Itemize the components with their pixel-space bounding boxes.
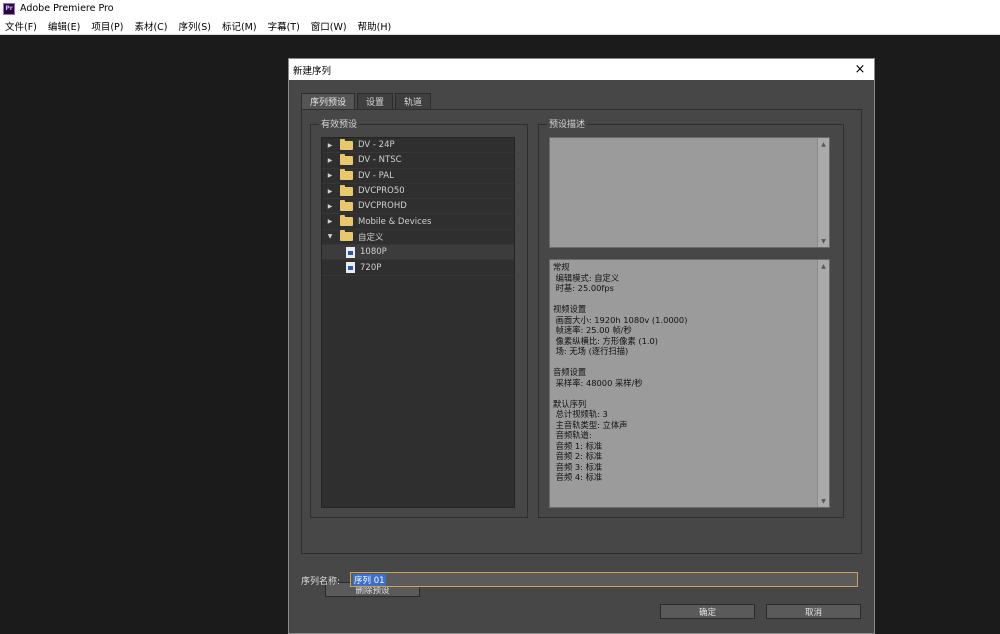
scroll-up-icon[interactable]: ▲ <box>818 138 829 150</box>
expand-arrow-icon[interactable]: ▶ <box>324 218 336 225</box>
folder-icon <box>340 138 353 150</box>
expand-arrow-icon[interactable]: ▶ <box>324 142 336 149</box>
preset-label: 720P <box>360 262 382 273</box>
sequence-name-input[interactable]: 序列 01 <box>350 572 858 587</box>
preset-file-icon <box>346 246 355 258</box>
preset-label: DV - NTSC <box>358 155 402 166</box>
preset-folder-dvcpro50[interactable]: ▶ DVCPRO50 <box>322 184 514 200</box>
menu-title[interactable]: 字幕(T) <box>268 19 300 33</box>
preset-label: 1080P <box>360 247 387 258</box>
preset-label: DV - 24P <box>358 140 395 151</box>
preset-item-720p[interactable]: 720P <box>322 260 514 276</box>
scroll-down-icon[interactable]: ▼ <box>818 495 829 507</box>
available-presets-label: 有效预设 <box>319 117 360 130</box>
tab-sequence-presets[interactable]: 序列预设 <box>301 93 356 109</box>
folder-icon <box>340 230 353 242</box>
folder-icon <box>340 169 353 181</box>
preset-folder-dvcprohd[interactable]: ▶ DVCPROHD <box>322 199 514 215</box>
preset-label: Mobile & Devices <box>358 216 432 227</box>
menubar: 文件(F) 编辑(E) 项目(P) 素材(C) 序列(S) 标记(M) 字幕(T… <box>0 17 1000 35</box>
premiere-icon: Pr <box>3 2 15 15</box>
expand-arrow-icon[interactable]: ▶ <box>324 157 336 164</box>
menu-file[interactable]: 文件(F) <box>5 19 37 33</box>
menu-project[interactable]: 项目(P) <box>91 19 123 33</box>
available-presets-group: 有效预设 ▶ DV - 24P ▶ DV - NTSC ▶ DV - PAL ▶… <box>310 117 528 518</box>
preset-folder-mobile-devices[interactable]: ▶ Mobile & Devices <box>322 214 514 230</box>
preset-label: DV - PAL <box>358 170 394 181</box>
tab-settings[interactable]: 设置 <box>357 93 394 109</box>
dialog-title: 新建序列 <box>293 65 332 77</box>
folder-icon <box>340 215 353 227</box>
new-sequence-dialog: 新建序列 × 序列预设 设置 轨道 有效预设 ▶ DV - 24P ▶ DV -… <box>288 58 875 634</box>
expand-arrow-icon[interactable]: ▶ <box>324 203 336 210</box>
preset-description-box: ▲ ▼ <box>549 137 830 248</box>
app-titlebar: Pr Adobe Premiere Pro <box>0 0 1000 17</box>
folder-icon <box>340 184 353 196</box>
preset-description-label: 预设描述 <box>547 117 588 130</box>
preset-file-icon <box>346 262 355 274</box>
expand-arrow-icon[interactable]: ▶ <box>324 172 336 179</box>
scroll-down-icon[interactable]: ▼ <box>818 235 829 247</box>
description-scrollbar[interactable]: ▲ ▼ <box>817 138 829 247</box>
presets-tree: ▶ DV - 24P ▶ DV - NTSC ▶ DV - PAL ▶ DVCP… <box>321 137 515 508</box>
preset-item-1080p[interactable]: 1080P <box>322 245 514 261</box>
preset-folder-dv-ntsc[interactable]: ▶ DV - NTSC <box>322 153 514 169</box>
preset-folder-dv-pal[interactable]: ▶ DV - PAL <box>322 169 514 184</box>
dialog-titlebar: 新建序列 × <box>289 59 874 80</box>
scroll-up-icon[interactable]: ▲ <box>818 260 829 272</box>
dialog-tabs: 序列预设 设置 轨道 <box>301 93 433 109</box>
cancel-button[interactable]: 取消 <box>766 604 861 619</box>
close-icon[interactable]: × <box>853 61 867 77</box>
menu-window[interactable]: 窗口(W) <box>311 19 347 33</box>
preset-details-box: 常规 编辑模式: 自定义 时基: 25.00fps 视频设置 画面大小: 192… <box>549 259 830 508</box>
preset-label: DVCPROHD <box>358 201 407 212</box>
preset-description-group: 预设描述 ▲ ▼ 常规 编辑模式: 自定义 时基: 25.00fps 视频设置 … <box>538 117 844 518</box>
expand-arrow-icon[interactable]: ▶ <box>324 188 336 195</box>
preset-label: DVCPRO50 <box>358 186 405 197</box>
preset-label: 自定义 <box>358 232 384 243</box>
folder-icon <box>340 199 353 211</box>
preset-details-text: 常规 编辑模式: 自定义 时基: 25.00fps 视频设置 画面大小: 192… <box>553 262 688 482</box>
sequence-name-label: 序列名称: <box>301 577 341 587</box>
ok-button[interactable]: 确定 <box>660 604 755 619</box>
details-scrollbar[interactable]: ▲ ▼ <box>817 260 829 507</box>
menu-sequence[interactable]: 序列(S) <box>179 19 211 33</box>
preset-folder-dv-24p[interactable]: ▶ DV - 24P <box>322 138 514 154</box>
preset-folder-custom[interactable]: ▼ 自定义 <box>322 230 514 246</box>
presets-tab-panel: 有效预设 ▶ DV - 24P ▶ DV - NTSC ▶ DV - PAL ▶… <box>301 109 862 597</box>
tab-tracks[interactable]: 轨道 <box>395 93 432 109</box>
menu-marker[interactable]: 标记(M) <box>222 19 257 33</box>
folder-icon <box>340 153 353 165</box>
menu-help[interactable]: 帮助(H) <box>358 19 392 33</box>
app-title: Adobe Premiere Pro <box>20 3 114 14</box>
collapse-arrow-icon[interactable]: ▼ <box>324 233 336 240</box>
menu-edit[interactable]: 编辑(E) <box>48 19 80 33</box>
sequence-name-value: 序列 01 <box>353 573 386 586</box>
menu-clip[interactable]: 素材(C) <box>134 19 167 33</box>
